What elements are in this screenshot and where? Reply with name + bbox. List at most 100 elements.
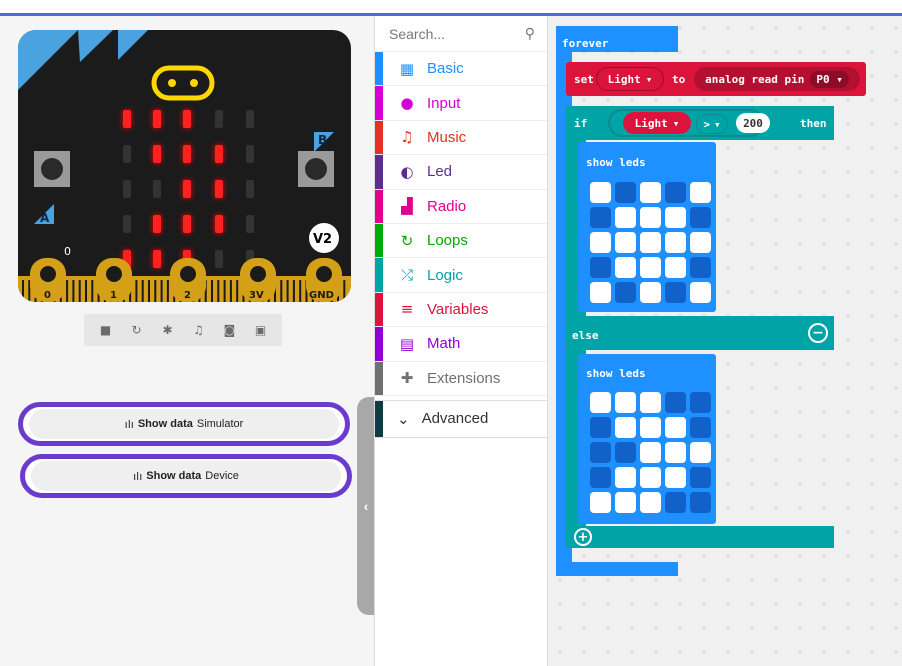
led-toggle[interactable]: [615, 417, 636, 438]
led-toggle[interactable]: [590, 442, 611, 463]
threshold-input[interactable]: 200: [736, 113, 770, 133]
else-label: else: [572, 329, 599, 342]
led-toggle[interactable]: [640, 182, 661, 203]
led-toggle[interactable]: [615, 257, 636, 278]
pin-label: 1: [110, 290, 117, 301]
edge-connector-tooth: [166, 280, 169, 302]
led-toggle[interactable]: [690, 492, 711, 513]
led-toggle[interactable]: [690, 417, 711, 438]
operator-dropdown[interactable]: > ▾: [696, 114, 728, 134]
search-icon[interactable]: ⚲: [525, 26, 535, 42]
led-toggle[interactable]: [690, 182, 711, 203]
search-input[interactable]: Search...: [389, 26, 445, 42]
led-toggle[interactable]: [590, 182, 611, 203]
led-toggle[interactable]: [590, 282, 611, 303]
led-toggle[interactable]: [665, 207, 686, 228]
led-toggle[interactable]: [665, 392, 686, 413]
led-toggle[interactable]: [665, 467, 686, 488]
led-toggle[interactable]: [690, 442, 711, 463]
variable-dropdown[interactable]: Light ▾: [596, 67, 664, 91]
led-toggle[interactable]: [690, 207, 711, 228]
led-toggle[interactable]: [690, 282, 711, 303]
toolbox-category-led[interactable]: ◐ Led: [375, 155, 547, 190]
analog-read-block[interactable]: analog read pin P0 ▾: [694, 67, 860, 91]
led-toggle[interactable]: [615, 207, 636, 228]
led-toggle[interactable]: [640, 232, 661, 253]
led-toggle[interactable]: [615, 492, 636, 513]
light-variable-reporter[interactable]: Light ▾: [623, 112, 691, 134]
led-toggle[interactable]: [590, 492, 611, 513]
led-toggle[interactable]: [640, 417, 661, 438]
led-toggle[interactable]: [590, 392, 611, 413]
toolbox-category-music[interactable]: ♫ Music: [375, 120, 547, 156]
led-toggle[interactable]: [690, 392, 711, 413]
led-toggle[interactable]: [640, 282, 661, 303]
led-toggle[interactable]: [615, 282, 636, 303]
sound-icon[interactable]: ♫: [189, 323, 209, 337]
remove-else-icon[interactable]: −: [808, 323, 828, 343]
toolbox-category-variables[interactable]: ≡ Variables: [375, 292, 547, 328]
led-pixel: [153, 145, 161, 163]
blocks-workspace[interactable]: forever set Light ▾ to analog read pin P0…: [548, 16, 902, 666]
toolbox-search[interactable]: Search... ⚲: [375, 16, 547, 52]
led-toggle[interactable]: [615, 442, 636, 463]
led-toggle[interactable]: [690, 467, 711, 488]
led-toggle[interactable]: [590, 467, 611, 488]
led-toggle[interactable]: [640, 257, 661, 278]
debug-icon[interactable]: ✱: [158, 323, 178, 337]
microbit-logo-icon[interactable]: [151, 65, 215, 101]
show-data-simulator-button[interactable]: ılı Show data Simulator: [18, 402, 350, 446]
led-toggle[interactable]: [690, 232, 711, 253]
toolbox-category-label: Radio: [427, 197, 467, 215]
toolbox-category-math[interactable]: ▤ Math: [375, 327, 547, 362]
edge-connector-tooth: [286, 280, 289, 302]
list-icon: ≡: [400, 300, 414, 319]
led-toggle[interactable]: [665, 182, 686, 203]
toolbox-category-basic[interactable]: ▦ Basic: [375, 52, 547, 87]
led-toggle[interactable]: [590, 257, 611, 278]
show-data-device-button[interactable]: ılı Show data Device: [20, 454, 352, 498]
led-toggle[interactable]: [640, 392, 661, 413]
led-toggle[interactable]: [640, 467, 661, 488]
led-toggle[interactable]: [590, 207, 611, 228]
toolbox-category-logic[interactable]: ⤮ Logic: [375, 258, 547, 293]
led-toggle[interactable]: [615, 392, 636, 413]
led-toggle[interactable]: [640, 492, 661, 513]
led-editor-2[interactable]: [590, 392, 711, 513]
led-toggle[interactable]: [615, 182, 636, 203]
led-toggle[interactable]: [590, 417, 611, 438]
led-toggle[interactable]: [665, 442, 686, 463]
toolbox-advanced[interactable]: ⌄ Advanced: [375, 399, 547, 438]
toolbox-category-loops[interactable]: ↻ Loops: [375, 223, 547, 259]
add-else-if-icon[interactable]: +: [574, 528, 592, 546]
restart-icon[interactable]: ↻: [127, 323, 147, 337]
edge-connector-tooth: [343, 280, 346, 302]
fullscreen-icon[interactable]: ▣: [251, 323, 271, 337]
led-toggle[interactable]: [615, 467, 636, 488]
led-toggle[interactable]: [640, 207, 661, 228]
screenshot-icon[interactable]: ◙: [220, 323, 240, 337]
microbit-board[interactable]: A B V2 0 1 2 3V GND 0: [18, 30, 351, 302]
led-toggle[interactable]: [640, 442, 661, 463]
led-toggle[interactable]: [590, 232, 611, 253]
led-toggle[interactable]: [690, 257, 711, 278]
pin-dropdown[interactable]: P0 ▾: [810, 70, 849, 88]
led-toggle[interactable]: [665, 492, 686, 513]
led-editor-1[interactable]: [590, 182, 711, 303]
led-toggle[interactable]: [665, 282, 686, 303]
stop-icon[interactable]: ■: [96, 323, 116, 337]
led-toggle[interactable]: [665, 232, 686, 253]
to-label: to: [672, 73, 686, 86]
toolbox-category-radio[interactable]: ▟ Radio: [375, 189, 547, 224]
toolbox-category-input[interactable]: ● Input: [375, 86, 547, 121]
led-toggle[interactable]: [665, 417, 686, 438]
toolbox-category-label: Loops: [427, 232, 468, 250]
led-toggle[interactable]: [615, 232, 636, 253]
collapse-simulator-handle[interactable]: ‹: [357, 397, 375, 615]
toolbox-category-extensions[interactable]: ✚ Extensions: [375, 361, 547, 396]
led-matrix[interactable]: [123, 110, 254, 268]
led-toggle[interactable]: [665, 257, 686, 278]
edge-connector-tooth: [78, 280, 81, 302]
led-pixel: [123, 180, 131, 198]
pin-label: 2: [184, 290, 191, 301]
